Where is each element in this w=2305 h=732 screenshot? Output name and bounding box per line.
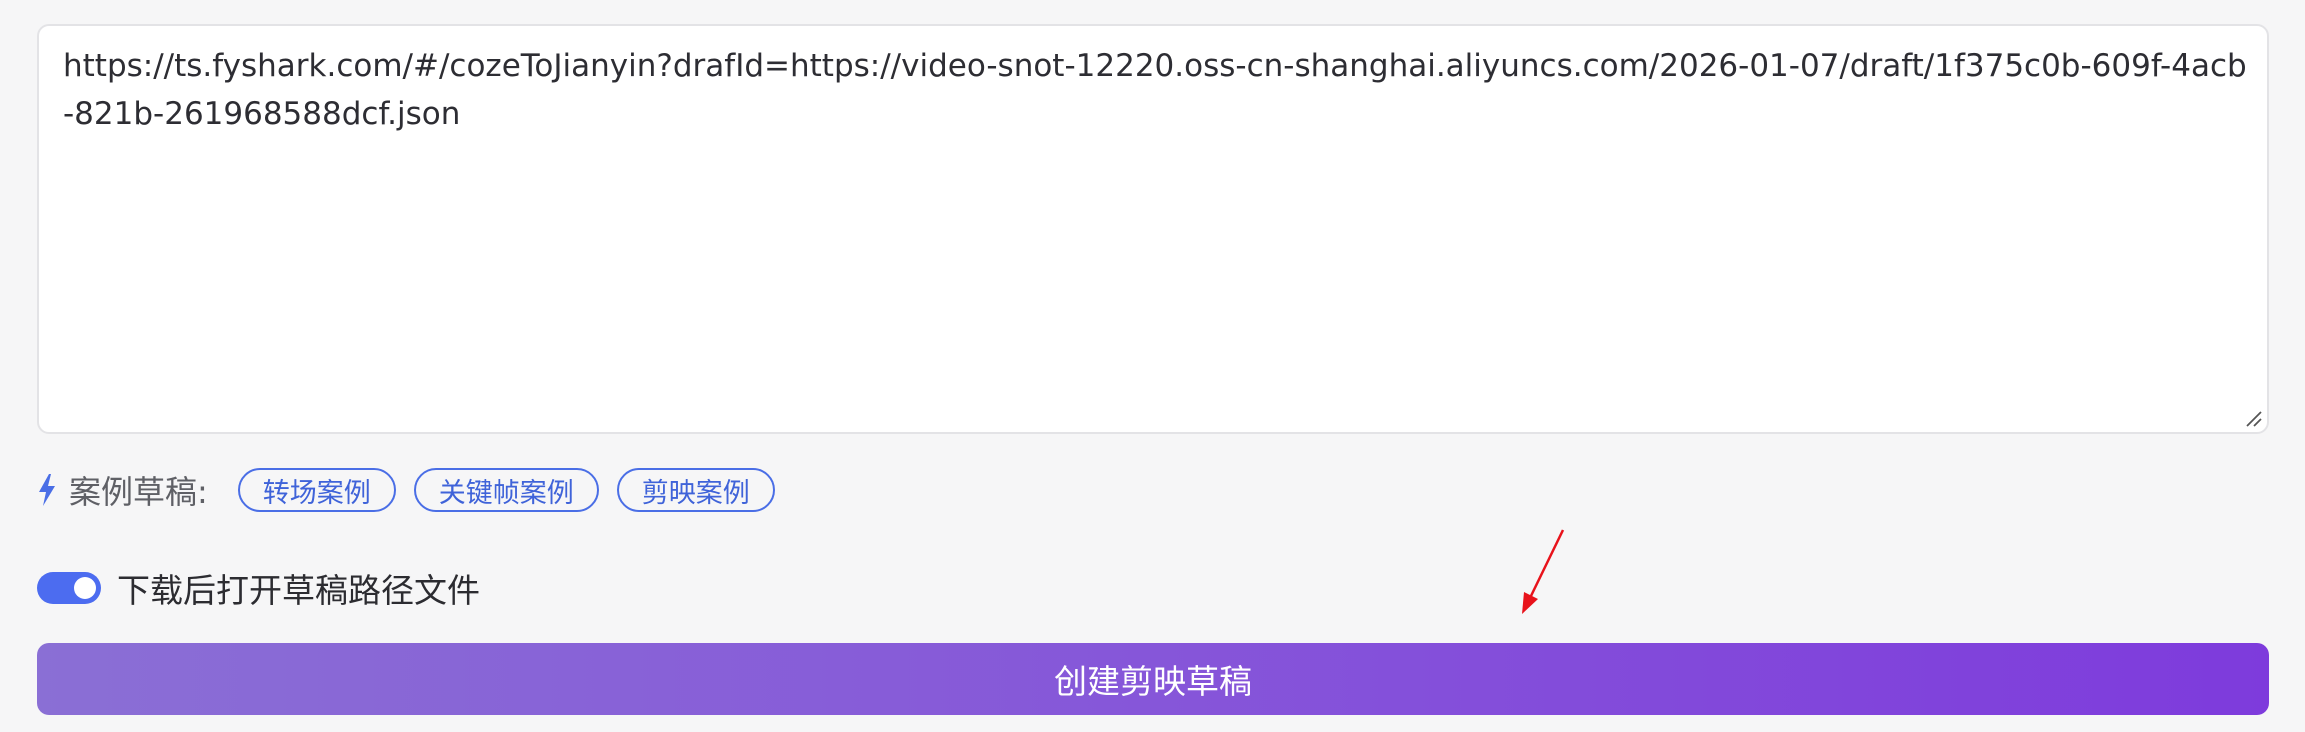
create-jianying-draft-button[interactable]: 创建剪映草稿 bbox=[37, 643, 2269, 715]
example-chip-keyframe[interactable]: 关键帧案例 bbox=[413, 468, 599, 512]
draft-url-textarea-container: https://ts.fyshark.com/#/cozeToJianyin?d… bbox=[37, 24, 2269, 434]
example-drafts-label: 案例草稿: bbox=[69, 473, 208, 511]
example-chip-transition[interactable]: 转场案例 bbox=[237, 468, 396, 512]
page: https://ts.fyshark.com/#/cozeToJianyin?d… bbox=[0, 0, 2305, 732]
open-path-toggle[interactable] bbox=[37, 572, 101, 604]
lightning-bolt-icon bbox=[39, 474, 55, 506]
toggle-knob bbox=[74, 577, 96, 599]
draft-url-textarea[interactable]: https://ts.fyshark.com/#/cozeToJianyin?d… bbox=[39, 26, 2267, 432]
open-path-option-row: 下载后打开草稿路径文件 bbox=[37, 564, 480, 612]
resize-handle-icon[interactable] bbox=[2241, 406, 2263, 428]
open-path-toggle-label: 下载后打开草稿路径文件 bbox=[117, 571, 480, 610]
example-chip-jianying[interactable]: 剪映案例 bbox=[616, 468, 775, 512]
example-drafts-row: 案例草稿: 转场案例 关键帧案例 剪映案例 bbox=[37, 466, 793, 514]
annotation-arrow-icon bbox=[1522, 529, 1565, 614]
